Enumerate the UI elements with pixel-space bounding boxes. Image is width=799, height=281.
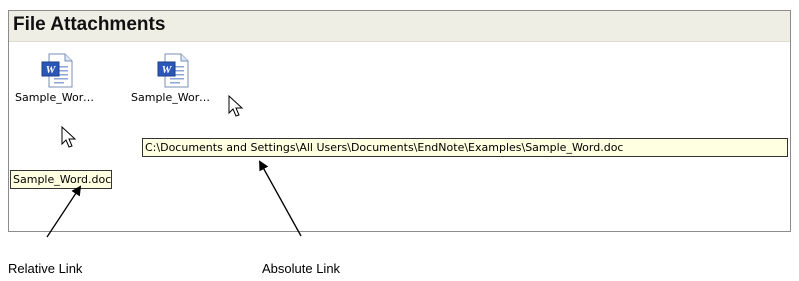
svg-text:W: W: [162, 64, 173, 76]
svg-text:W: W: [46, 64, 57, 76]
absolute-link-caption: Absolute Link: [262, 261, 341, 276]
file-attachments-panel: File Attachments W Sample_Word.doc W: [8, 10, 791, 232]
attachment-item-absolute[interactable]: W Sample_Word.doc: [131, 53, 211, 104]
absolute-path-tooltip: C:\Documents and Settings\All Users\Docu…: [142, 138, 788, 157]
relative-link-caption: Relative Link: [8, 261, 83, 276]
attachment-label: Sample_Word.doc: [131, 91, 211, 104]
panel-header: File Attachments: [9, 11, 790, 42]
panel-title: File Attachments: [13, 14, 166, 35]
mouse-pointer-icon: [228, 95, 244, 117]
attachment-label: Sample_Word.doc: [15, 91, 95, 104]
relative-path-tooltip: Sample_Word.doc: [10, 170, 112, 189]
word-document-icon: W: [157, 53, 189, 88]
word-document-icon: W: [41, 53, 73, 88]
mouse-pointer-icon: [61, 126, 77, 148]
attachment-item-relative[interactable]: W Sample_Word.doc: [15, 53, 95, 104]
